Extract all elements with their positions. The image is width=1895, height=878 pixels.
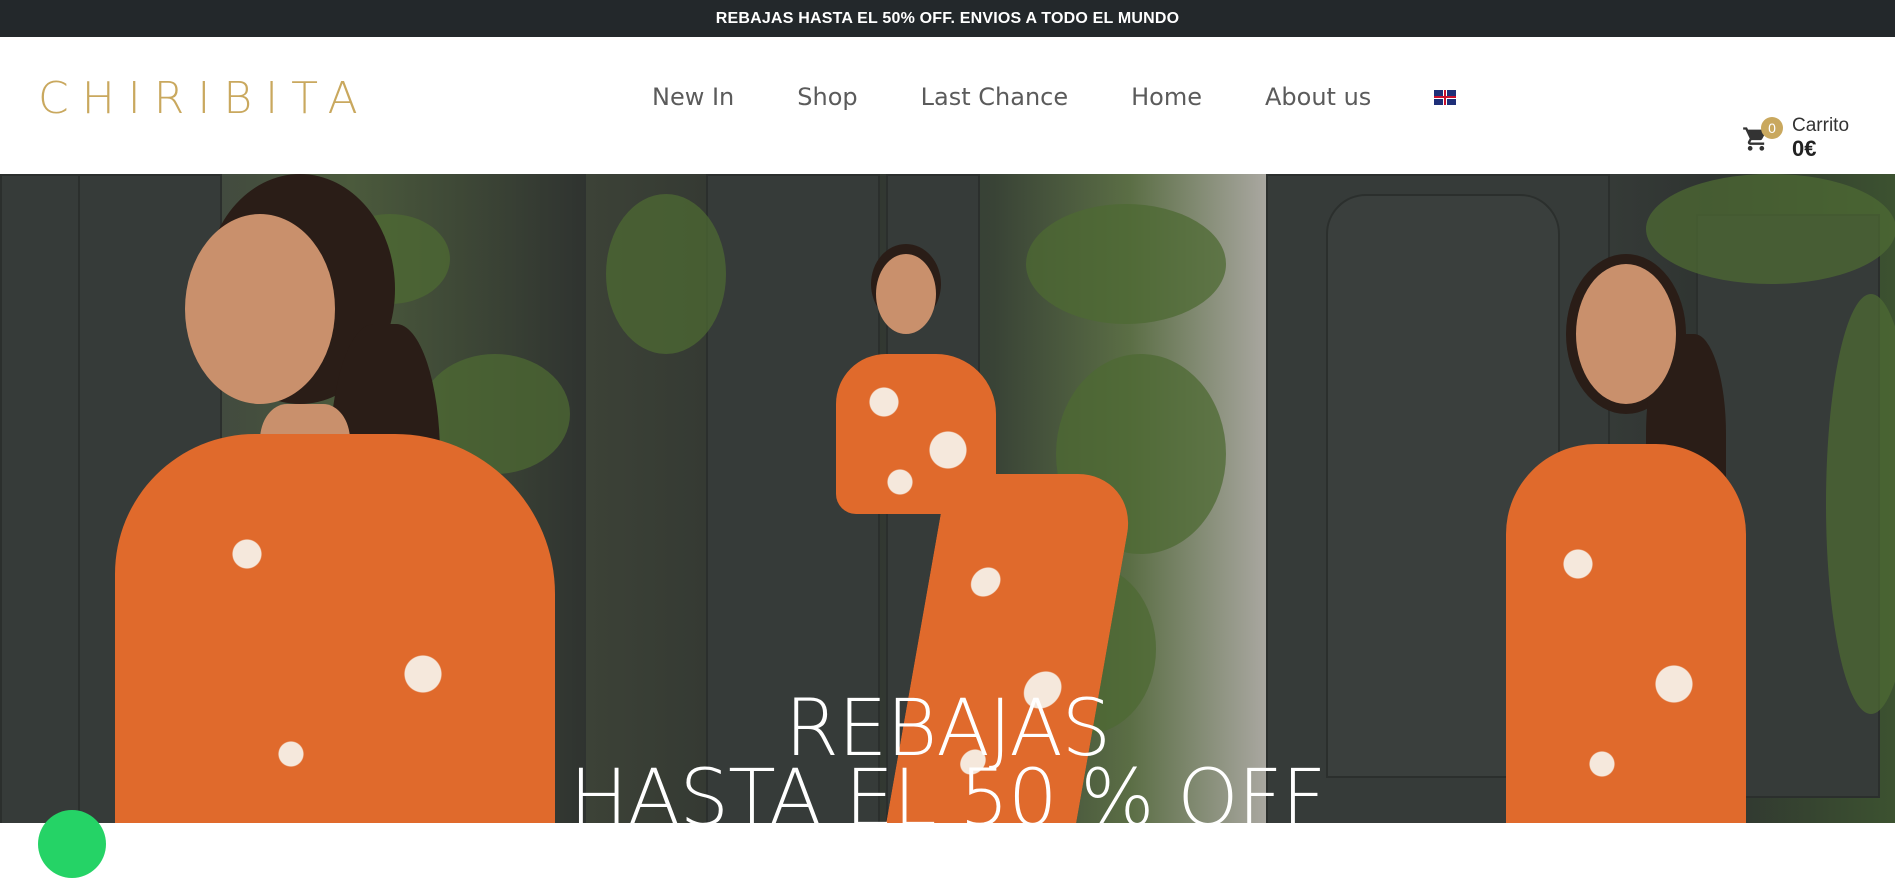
nav-item-home[interactable]: Home [1131,83,1202,111]
nav-item-about-us[interactable]: About us [1265,83,1371,111]
main-nav: New In Shop Last Chance Home About us [652,83,1457,111]
uk-flag-icon[interactable] [1434,89,1457,105]
announcement-text: REBAJAS HASTA EL 50% OFF. ENVIOS A TODO … [715,9,1180,27]
hero-banner[interactable]: REBAJAS HASTA EL 50 % OFF [0,174,1895,823]
site-header: CHIRIBITA New In Shop Last Chance Home A… [0,37,1895,174]
whatsapp-icon[interactable] [38,810,106,878]
cart-count-badge: 0 [1761,117,1783,139]
hero-title-line2: HASTA EL 50 % OFF [569,754,1327,823]
cart-label: Carrito [1792,115,1850,136]
nav-item-new-in[interactable]: New In [652,83,734,111]
cart-total: 0€ [1792,136,1817,161]
announcement-bar: REBAJAS HASTA EL 50% OFF. ENVIOS A TODO … [0,0,1895,37]
nav-item-shop[interactable]: Shop [797,83,857,111]
brand-logo[interactable]: CHIRIBITA [38,73,371,124]
cart-widget[interactable]: 0 Carrito 0€ [1742,77,1862,161]
nav-item-last-chance[interactable]: Last Chance [921,83,1068,111]
